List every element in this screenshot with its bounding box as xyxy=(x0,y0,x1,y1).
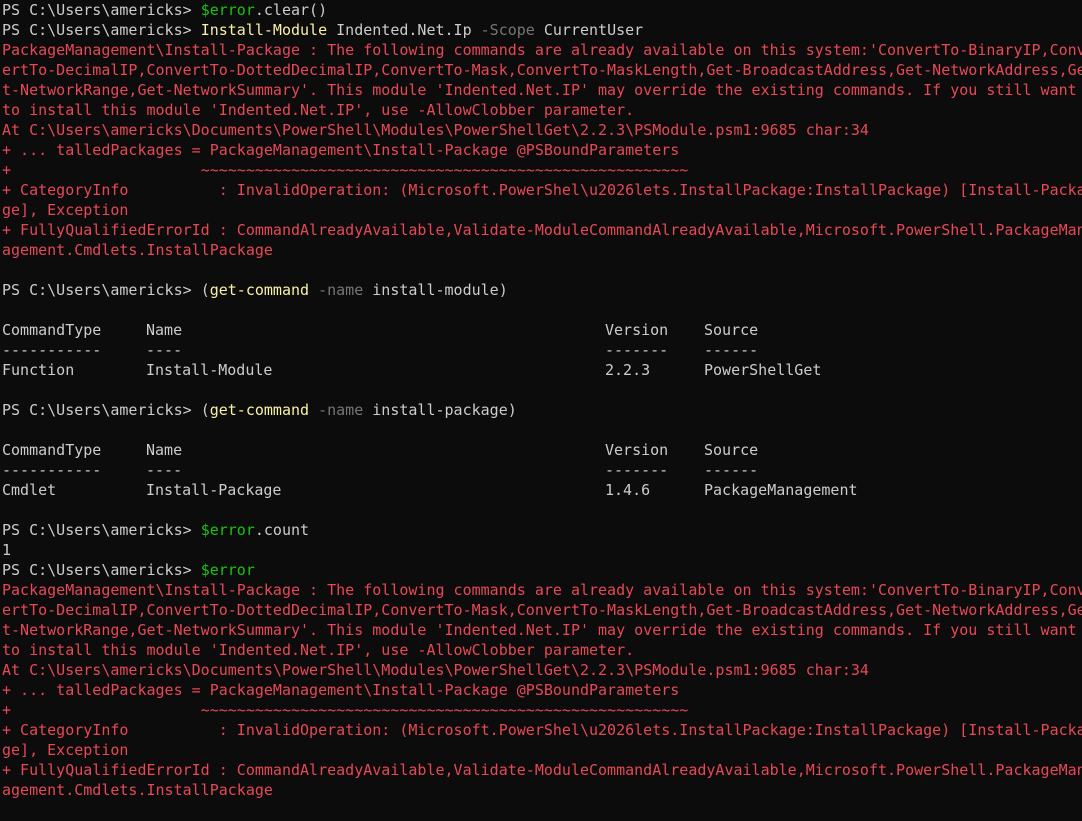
table-header-row: CommandType Name Version Source xyxy=(2,320,1082,340)
prompt: PS C:\Users\americks> xyxy=(2,21,201,39)
prompt: PS C:\Users\americks> xyxy=(2,1,201,19)
header-version: Version xyxy=(605,441,669,459)
command-argument: install-module) xyxy=(363,281,508,299)
command-line-1: PS C:\Users\americks> $error.clear() xyxy=(2,0,1082,20)
cell-source: PowerShellGet xyxy=(704,361,822,379)
command-table-2: CommandType Name Version Source --------… xyxy=(2,440,1082,500)
table-row: Function Install-Module 2.2.3 PowerShell… xyxy=(2,360,1082,380)
rule-name: ---- xyxy=(146,341,183,359)
error-line: ge], Exception xyxy=(2,201,129,219)
error-block-2: PackageManagement\Install-Package : The … xyxy=(2,580,1082,800)
error-line: t-NetworkRange,Get-NetworkSummary'. This… xyxy=(2,621,1077,639)
header-name: Name xyxy=(146,441,183,459)
header-commandtype: CommandType xyxy=(2,321,102,339)
error-line: ertTo-DecimalIP,ConvertTo-DottedDecimalI… xyxy=(2,601,1082,619)
error-line: + ... talledPackages = PackageManagement… xyxy=(2,681,680,699)
command-text: .clear() xyxy=(254,1,328,19)
error-line: + CategoryInfo : InvalidOperation: (Micr… xyxy=(2,181,1082,199)
rule-source: ------ xyxy=(704,341,759,359)
error-line: + ~~~~~~~~~~~~~~~~~~~~~~~~~~~~~~~~~~~~~~… xyxy=(2,701,689,719)
error-line: to install this module 'Indented.Net.IP'… xyxy=(2,101,635,119)
table-rule-row: ----------- ---- ------- ------ xyxy=(2,340,1082,360)
rule-version: ------- xyxy=(605,461,669,479)
command-argument: install-package) xyxy=(363,401,517,419)
command-variable: $error xyxy=(200,521,255,539)
cell-name: Install-Package xyxy=(146,481,282,499)
table-row: Cmdlet Install-Package 1.4.6 PackageMana… xyxy=(2,480,1082,500)
cell-commandtype: Cmdlet xyxy=(2,481,57,499)
cell-version: 1.4.6 xyxy=(605,481,651,499)
error-line: + ~~~~~~~~~~~~~~~~~~~~~~~~~~~~~~~~~~~~~~… xyxy=(2,161,689,179)
command-parameter: -name xyxy=(309,401,364,419)
error-line: + FullyQualifiedErrorId : CommandAlready… xyxy=(2,221,1082,239)
cell-version: 2.2.3 xyxy=(605,361,651,379)
command-line-5: PS C:\Users\americks> $error.count xyxy=(2,520,1082,540)
error-line: + FullyQualifiedErrorId : CommandAlready… xyxy=(2,761,1082,779)
prompt: PS C:\Users\americks> xyxy=(2,281,201,299)
header-name: Name xyxy=(146,321,183,339)
command-parameter: -name xyxy=(309,281,364,299)
cell-name: Install-Module xyxy=(146,361,273,379)
command-line-3: PS C:\Users\americks> (get-command -name… xyxy=(2,280,1082,300)
error-line: agement.Cmdlets.InstallPackage xyxy=(2,241,273,259)
error-line: At C:\Users\americks\Documents\PowerShel… xyxy=(2,121,869,139)
error-line: + ... talledPackages = PackageManagement… xyxy=(2,141,680,159)
command-variable: $error xyxy=(200,561,255,579)
error-line: PackageManagement\Install-Package : The … xyxy=(2,581,1082,599)
rule-source: ------ xyxy=(704,461,759,479)
command-argument: CurrentUser xyxy=(534,21,644,39)
command-paren: ( xyxy=(200,401,210,419)
command-name: get-command xyxy=(209,281,310,299)
header-version: Version xyxy=(605,321,669,339)
cell-commandtype: Function xyxy=(2,361,75,379)
header-source: Source xyxy=(704,441,759,459)
table-header-row: CommandType Name Version Source xyxy=(2,440,1082,460)
rule-version: ------- xyxy=(605,341,669,359)
rule-name: ---- xyxy=(146,461,183,479)
cell-source: PackageManagement xyxy=(704,481,858,499)
command-line-4: PS C:\Users\americks> (get-command -name… xyxy=(2,400,1082,420)
error-block-1: PackageManagement\Install-Package : The … xyxy=(2,40,1082,260)
header-source: Source xyxy=(704,321,759,339)
error-line: + CategoryInfo : InvalidOperation: (Micr… xyxy=(2,721,1082,739)
error-line: PackageManagement\Install-Package : The … xyxy=(2,41,1082,59)
table-rule-row: ----------- ---- ------- ------ xyxy=(2,460,1082,480)
terminal-window[interactable]: PS C:\Users\americks> $error.clear() PS … xyxy=(2,0,1082,821)
rule-commandtype: ----------- xyxy=(2,461,102,479)
error-line: ge], Exception xyxy=(2,741,129,759)
command-parameter: -Scope xyxy=(480,21,535,39)
command-table-1: CommandType Name Version Source --------… xyxy=(2,320,1082,380)
command-name: Install-Module xyxy=(200,21,328,39)
error-line: t-NetworkRange,Get-NetworkSummary'. This… xyxy=(2,81,1077,99)
command-paren: ( xyxy=(200,281,210,299)
command-line-2: PS C:\Users\americks> Install-Module Ind… xyxy=(2,20,1082,40)
rule-commandtype: ----------- xyxy=(2,341,102,359)
error-line: ertTo-DecimalIP,ConvertTo-DottedDecimalI… xyxy=(2,61,1082,79)
command-line-6: PS C:\Users\americks> $error xyxy=(2,560,1082,580)
error-line: to install this module 'Indented.Net.IP'… xyxy=(2,641,635,659)
count-output: 1 xyxy=(2,541,12,559)
error-line: agement.Cmdlets.InstallPackage xyxy=(2,781,273,799)
command-variable: $error xyxy=(200,1,255,19)
command-name: get-command xyxy=(209,401,310,419)
header-commandtype: CommandType xyxy=(2,441,102,459)
command-text: .count xyxy=(254,521,310,539)
command-argument: Indented.Net.Ip xyxy=(327,21,481,39)
error-line: At C:\Users\americks\Documents\PowerShel… xyxy=(2,661,869,679)
